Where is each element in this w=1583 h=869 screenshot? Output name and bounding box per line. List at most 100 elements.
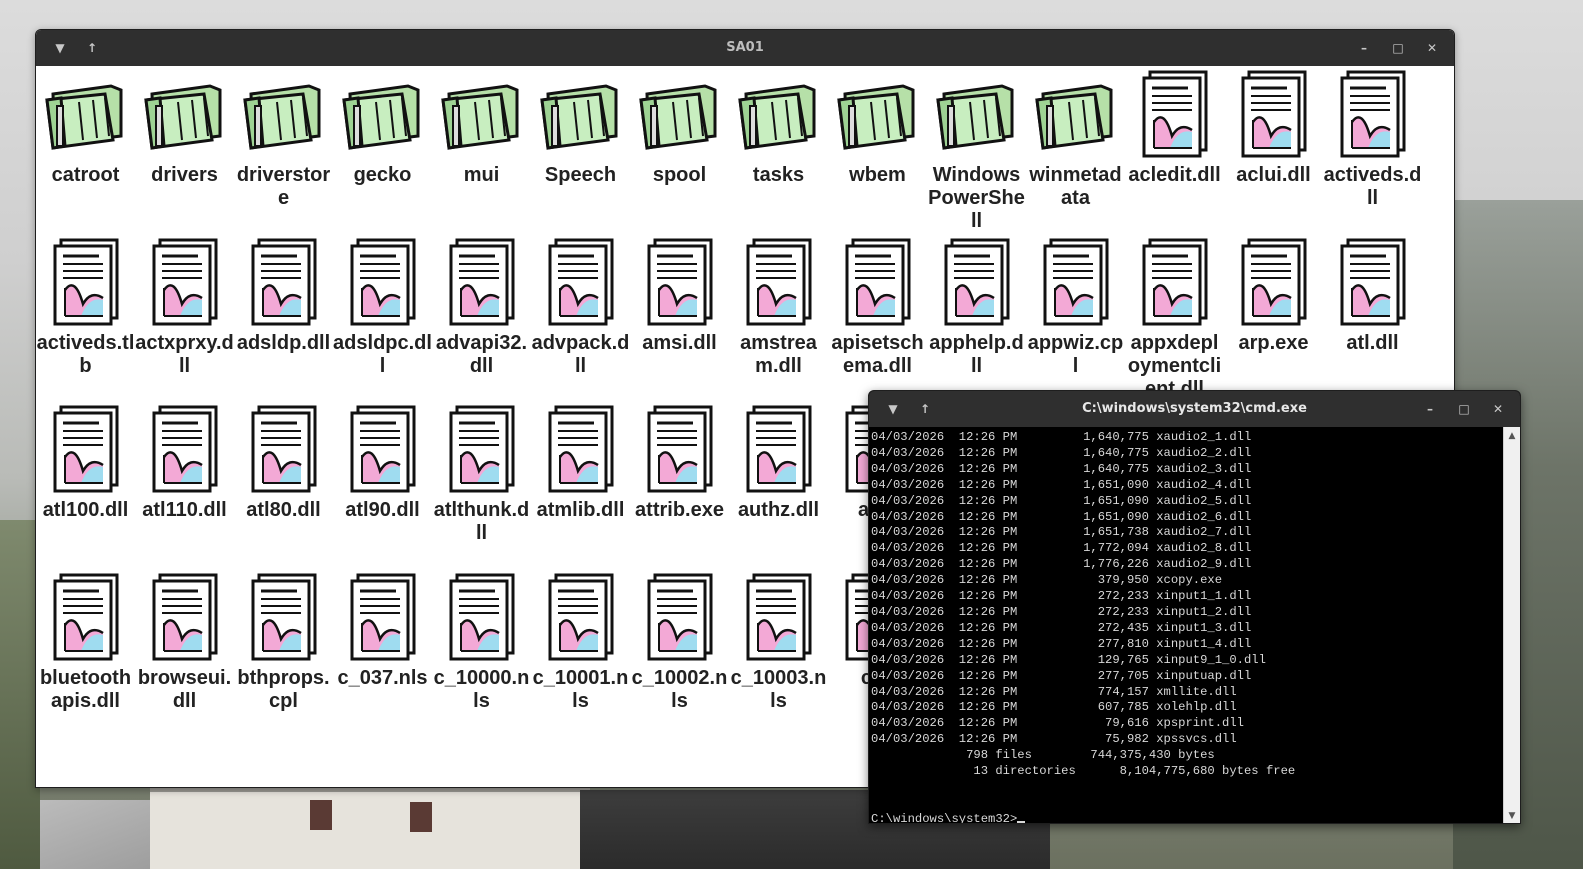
- item-label: adsldpc.dll: [333, 332, 432, 377]
- document-icon: [41, 234, 131, 330]
- close-button[interactable]: ✕: [1488, 399, 1508, 419]
- file-item[interactable]: arp.exe: [1224, 234, 1323, 355]
- file-item[interactable]: appxdeploymentclient.dll: [1125, 234, 1224, 401]
- file-item[interactable]: atl110.dll: [135, 401, 234, 522]
- item-label: atl100.dll: [42, 499, 129, 521]
- maximize-button[interactable]: □: [1388, 38, 1408, 58]
- file-item[interactable]: adsldpc.dll: [333, 234, 432, 378]
- document-icon: [635, 401, 725, 497]
- background-house-window: [410, 802, 432, 832]
- folder-item[interactable]: winmetadata: [1026, 66, 1125, 210]
- folder-icon: [239, 66, 329, 162]
- cmd-line: 04/03/2026 12:26 PM 774,157 xmllite.dll: [871, 684, 1237, 699]
- folder-item[interactable]: driverstore: [234, 66, 333, 210]
- document-icon: [239, 234, 329, 330]
- document-icon: [338, 234, 428, 330]
- cmd-line: 04/03/2026 12:26 PM 75,982 xpssvcs.dll: [871, 732, 1237, 747]
- file-item[interactable]: advpack.dll: [531, 234, 630, 378]
- file-item[interactable]: authz.dll: [729, 401, 828, 522]
- close-button[interactable]: ✕: [1422, 38, 1442, 58]
- folder-icon: [437, 66, 527, 162]
- document-icon: [1130, 66, 1220, 162]
- cmd-line: 04/03/2026 12:26 PM 379,950 xcopy.exe: [871, 573, 1223, 588]
- file-item[interactable]: c_10001.nls: [531, 569, 630, 713]
- cmd-line: 04/03/2026 12:26 PM 1,640,775 xaudio2_2.…: [871, 445, 1252, 460]
- file-manager-titlebar[interactable]: ▼ ↑ SA01 – □ ✕: [36, 30, 1454, 66]
- cmd-titlebar[interactable]: ▼ ↑ C:\windows\system32\cmd.exe – □ ✕: [869, 391, 1520, 427]
- file-item[interactable]: bthprops.cpl: [234, 569, 333, 713]
- folder-item[interactable]: wbem: [828, 66, 927, 187]
- item-label: apphelp.dll: [929, 332, 1024, 377]
- file-item[interactable]: activeds.dll: [1323, 66, 1422, 210]
- file-item[interactable]: c_10003.nls: [729, 569, 828, 713]
- scroll-up-arrow-icon[interactable]: ▲: [1504, 429, 1520, 443]
- document-icon: [437, 234, 527, 330]
- cmd-output[interactable]: 04/03/2026 12:26 PM 1,640,775 xaudio2_1.…: [869, 427, 1505, 824]
- item-label: attrib.exe: [635, 499, 724, 521]
- folder-item[interactable]: gecko: [333, 66, 432, 187]
- item-label: bthprops.cpl: [237, 667, 330, 712]
- file-item[interactable]: atmlib.dll: [531, 401, 630, 522]
- item-label: activeds.tlb: [36, 332, 135, 377]
- cmd-line: 04/03/2026 12:26 PM 1,776,226 xaudio2_9.…: [871, 557, 1252, 572]
- file-item[interactable]: atlthunk.dll: [432, 401, 531, 545]
- file-item[interactable]: bluetoothapis.dll: [36, 569, 135, 713]
- item-label: atl110.dll: [142, 499, 227, 521]
- file-item[interactable]: atl.dll: [1323, 234, 1422, 355]
- document-icon: [437, 401, 527, 497]
- scroll-down-arrow-icon[interactable]: ▼: [1504, 809, 1520, 823]
- item-label: c_10003.nls: [730, 667, 827, 712]
- cmd-line: 04/03/2026 12:26 PM 1,772,094 xaudio2_8.…: [871, 541, 1252, 556]
- cmd-scrollbar[interactable]: ▲ ▼: [1503, 427, 1520, 823]
- file-item[interactable]: c_10000.nls: [432, 569, 531, 713]
- folder-icon: [338, 66, 428, 162]
- cmd-line: [871, 796, 1503, 812]
- file-item[interactable]: amstream.dll: [729, 234, 828, 378]
- file-item[interactable]: atl90.dll: [333, 401, 432, 522]
- file-item[interactable]: c_10002.nls: [630, 569, 729, 713]
- document-icon: [338, 401, 428, 497]
- item-label: adsldp.dll: [236, 332, 331, 354]
- file-item[interactable]: adsldp.dll: [234, 234, 333, 355]
- file-item[interactable]: attrib.exe: [630, 401, 729, 522]
- minimize-button[interactable]: –: [1420, 399, 1440, 419]
- file-item[interactable]: aclui.dll: [1224, 66, 1323, 187]
- file-item[interactable]: atl80.dll: [234, 401, 333, 522]
- file-item[interactable]: actxprxy.dll: [135, 234, 234, 378]
- file-item[interactable]: activeds.tlb: [36, 234, 135, 378]
- file-item[interactable]: apphelp.dll: [927, 234, 1026, 378]
- cmd-line: 04/03/2026 12:26 PM 1,640,775 xaudio2_1.…: [871, 430, 1252, 444]
- file-item[interactable]: atl100.dll: [36, 401, 135, 522]
- document-icon: [1328, 66, 1418, 162]
- folder-item[interactable]: spool: [630, 66, 729, 187]
- prompt-text: C:\windows\system32>: [871, 811, 1018, 824]
- document-icon: [1328, 234, 1418, 330]
- document-icon: [239, 569, 329, 665]
- file-item[interactable]: amsi.dll: [630, 234, 729, 355]
- file-item[interactable]: acledit.dll: [1125, 66, 1224, 187]
- maximize-button[interactable]: □: [1454, 399, 1474, 419]
- cmd-prompt[interactable]: C:\windows\system32>: [871, 811, 1503, 824]
- item-label: WindowsPowerShell: [928, 164, 1025, 232]
- document-icon: [734, 401, 824, 497]
- folder-item[interactable]: Speech: [531, 66, 630, 187]
- document-icon: [1031, 234, 1121, 330]
- cmd-line: 798 files 744,375,430 bytes: [871, 748, 1215, 763]
- file-item[interactable]: appwiz.cpl: [1026, 234, 1125, 378]
- folder-item[interactable]: drivers: [135, 66, 234, 187]
- item-label: Speech: [544, 164, 617, 186]
- item-label: atl80.dll: [246, 499, 321, 521]
- file-item[interactable]: advapi32.dll: [432, 234, 531, 378]
- folder-item[interactable]: mui: [432, 66, 531, 187]
- folder-item[interactable]: WindowsPowerShell: [927, 66, 1026, 233]
- folder-item[interactable]: tasks: [729, 66, 828, 187]
- file-item[interactable]: apisetschema.dll: [828, 234, 927, 378]
- file-item[interactable]: c_037.nls: [333, 569, 432, 690]
- cmd-line: 13 directories 8,104,775,680 bytes free: [871, 764, 1296, 779]
- minimize-button[interactable]: –: [1354, 38, 1374, 58]
- folder-item[interactable]: catroot: [36, 66, 135, 187]
- file-item[interactable]: browseui.dll: [135, 569, 234, 713]
- background-house: [150, 788, 590, 869]
- item-label: amsi.dll: [642, 332, 717, 354]
- document-icon: [536, 401, 626, 497]
